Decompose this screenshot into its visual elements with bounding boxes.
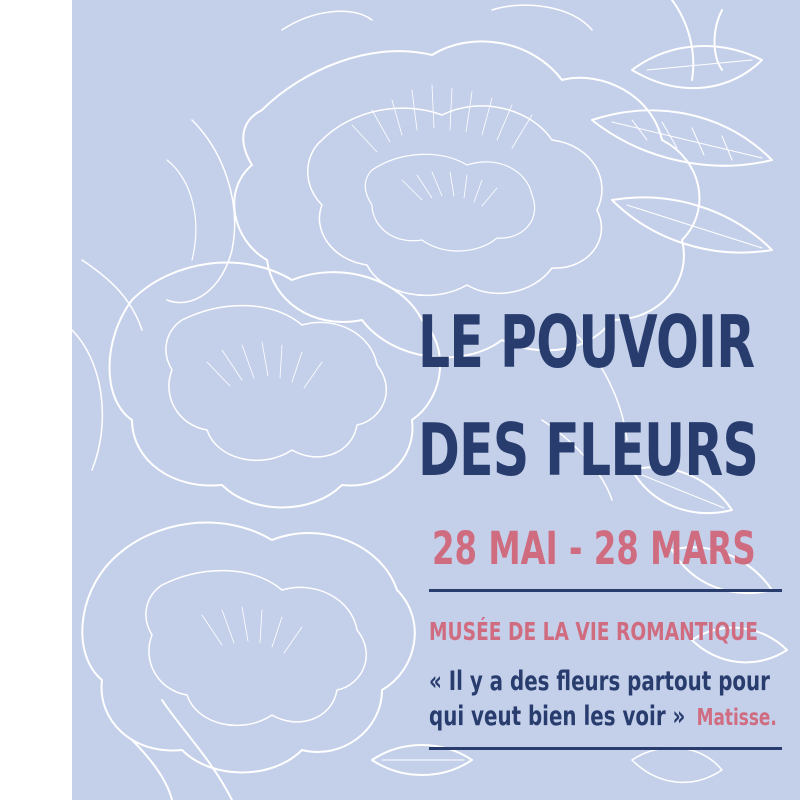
poster-panel: LE POUVOIR DES FLEURS 28 MAI - 28 MARS M…: [72, 0, 800, 800]
divider-top: [429, 589, 782, 592]
leaves-top-right-icon: [591, 0, 773, 254]
exhibition-poster: LE POUVOIR DES FLEURS 28 MAI - 28 MARS M…: [0, 0, 800, 800]
title-line-2: DES FLEURS: [418, 408, 759, 492]
title-line-1: LE POUVOIR: [418, 300, 755, 384]
middle-bloom-icon: [72, 259, 442, 509]
exhibition-dates: 28 MAI - 28 MARS: [432, 522, 756, 575]
quote-line-1: « Il y a des fleurs partout pour: [429, 665, 770, 699]
quote-author: Matisse.: [696, 705, 777, 731]
lower-bloom-icon: [81, 521, 473, 800]
quote-line-2: qui veut bien les voir » Matisse.: [429, 700, 777, 735]
quote-text-2: qui veut bien les voir: [429, 701, 666, 732]
quote-text-1: Il y a des fleurs partout pour: [448, 666, 770, 697]
museum-name: MUSÉE DE LA VIE ROMANTIQUE: [429, 617, 759, 646]
quote-close-mark: »: [672, 701, 686, 732]
divider-bottom: [429, 747, 782, 750]
quote-open-mark: «: [429, 666, 442, 697]
